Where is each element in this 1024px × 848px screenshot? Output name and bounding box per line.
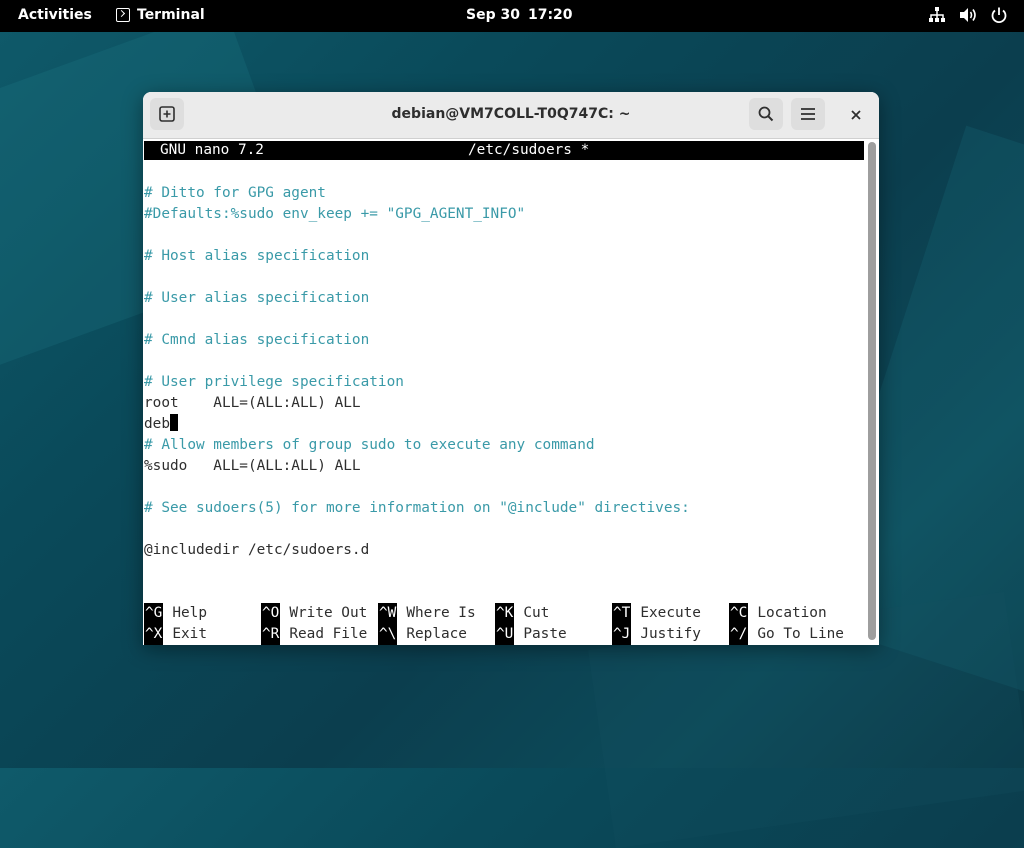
editor-line-text: # Host alias specification <box>144 248 370 264</box>
scrollbar[interactable] <box>865 139 879 645</box>
nano-filename: /etc/sudoers * <box>468 142 590 158</box>
editor-line[interactable]: # User alias specification <box>144 288 369 309</box>
editor-line-text: # See sudoers(5) for more information on… <box>144 500 690 516</box>
shortcut-label: Execute <box>640 605 701 621</box>
power-icon[interactable] <box>990 6 1008 24</box>
editor-line[interactable]: deb <box>144 414 178 435</box>
shortcut-item[interactable]: ^J Justify <box>612 624 701 645</box>
editor-line-text: # Cmnd alias specification <box>144 332 370 348</box>
shortcut-item[interactable]: ^O Write Out <box>261 603 367 624</box>
close-icon <box>851 110 861 120</box>
activities-button[interactable]: Activities <box>18 7 92 23</box>
editor-line[interactable]: # Host alias specification <box>144 246 369 267</box>
shortcut-label: Replace <box>406 626 467 642</box>
menu-button[interactable] <box>791 98 825 130</box>
shortcut-label: Write Out <box>289 605 368 621</box>
app-menu[interactable]: Terminal <box>116 7 205 23</box>
shortcut-item[interactable]: ^X Exit <box>144 624 207 645</box>
search-button[interactable] <box>749 98 783 130</box>
shortcut-item[interactable]: ^W Where Is <box>378 603 476 624</box>
shortcut-key: ^K <box>495 603 515 624</box>
shortcut-key: ^C <box>729 603 749 624</box>
shortcut-key: ^G <box>144 603 164 624</box>
shortcut-item[interactable]: ^\ Replace <box>378 624 467 645</box>
shortcut-label: Help <box>172 605 207 621</box>
terminal-content[interactable]: GNU nano 7.2 /etc/sudoers * # Ditto for … <box>143 139 865 645</box>
header-bar: debian@VM7COLL-T0Q747C: ~ <box>143 92 879 139</box>
editor-line[interactable]: # Ditto for GPG agent <box>144 183 326 204</box>
editor-line[interactable]: # Allow members of group sudo to execute… <box>144 435 595 456</box>
shortcut-item[interactable]: ^T Execute <box>612 603 701 624</box>
shortcut-label: Where Is <box>406 605 476 621</box>
network-icon[interactable] <box>928 6 946 24</box>
shortcut-label: Justify <box>640 626 701 642</box>
editor-line-text: # User privilege specification <box>144 374 404 390</box>
shortcut-label: Cut <box>523 605 550 621</box>
shortcut-key: ^R <box>261 624 281 645</box>
shortcut-key: ^U <box>495 624 515 645</box>
terminal-window: debian@VM7COLL-T0Q747C: ~ GNU nano 7.2 /… <box>143 92 879 645</box>
shortcut-key: ^O <box>261 603 281 624</box>
text-cursor <box>170 414 178 431</box>
editor-line[interactable]: root ALL=(ALL:ALL) ALL <box>144 393 361 414</box>
shortcut-label: Read File <box>289 626 368 642</box>
volume-icon[interactable] <box>958 6 978 24</box>
clock-date: Sep 30 <box>466 7 520 23</box>
editor-line[interactable]: # User privilege specification <box>144 372 404 393</box>
system-tray[interactable] <box>928 6 1008 24</box>
clock[interactable]: Sep 30 17:20 <box>466 7 573 23</box>
editor-line[interactable]: %sudo ALL=(ALL:ALL) ALL <box>144 456 361 477</box>
editor-line[interactable]: # See sudoers(5) for more information on… <box>144 498 690 519</box>
shortcut-key: ^W <box>378 603 398 624</box>
editor-line-text: #Defaults:%sudo env_keep += "GPG_AGENT_I… <box>144 206 526 222</box>
shortcut-item[interactable]: ^C Location <box>729 603 827 624</box>
shortcut-item[interactable]: ^R Read File <box>261 624 367 645</box>
menu-icon <box>801 108 815 120</box>
shortcut-label: Exit <box>172 626 207 642</box>
search-icon <box>758 106 774 122</box>
scrollbar-thumb[interactable] <box>868 142 876 640</box>
editor-line-text: # Ditto for GPG agent <box>144 185 326 201</box>
app-name: Terminal <box>137 7 205 23</box>
editor-line[interactable]: @includedir /etc/sudoers.d <box>144 540 369 561</box>
editor-line-text: # User alias specification <box>144 290 370 306</box>
shortcut-item[interactable]: ^K Cut <box>495 603 549 624</box>
shortcut-label: Paste <box>523 626 567 642</box>
top-bar: Activities Terminal Sep 30 17:20 <box>0 0 1024 32</box>
editor-line[interactable]: #Defaults:%sudo env_keep += "GPG_AGENT_I… <box>144 204 525 225</box>
shortcut-key: ^T <box>612 603 632 624</box>
shortcut-item[interactable]: ^G Help <box>144 603 207 624</box>
editor-line-text: deb <box>144 416 170 432</box>
editor-line-text: # Allow members of group sudo to execute… <box>144 437 595 453</box>
shortcut-item[interactable]: ^/ Go To Line <box>729 624 844 645</box>
nano-version: GNU nano 7.2 <box>160 142 264 158</box>
shortcut-key: ^/ <box>729 624 749 645</box>
nano-title-bar: GNU nano 7.2 /etc/sudoers * <box>144 141 864 160</box>
shortcut-key: ^X <box>144 624 164 645</box>
editor-line[interactable]: # Cmnd alias specification <box>144 330 369 351</box>
editor-line-text: %sudo ALL=(ALL:ALL) ALL <box>144 458 361 474</box>
terminal-icon <box>116 8 130 22</box>
close-button[interactable] <box>845 104 867 126</box>
shortcut-key: ^\ <box>378 624 398 645</box>
editor-line-text: root ALL=(ALL:ALL) ALL <box>144 395 361 411</box>
shortcut-label: Location <box>757 605 827 621</box>
shortcut-item[interactable]: ^U Paste <box>495 624 567 645</box>
clock-time: 17:20 <box>527 7 573 23</box>
shortcut-key: ^J <box>612 624 632 645</box>
shortcut-label: Go To Line <box>757 626 844 642</box>
editor-line-text: @includedir /etc/sudoers.d <box>144 542 370 558</box>
